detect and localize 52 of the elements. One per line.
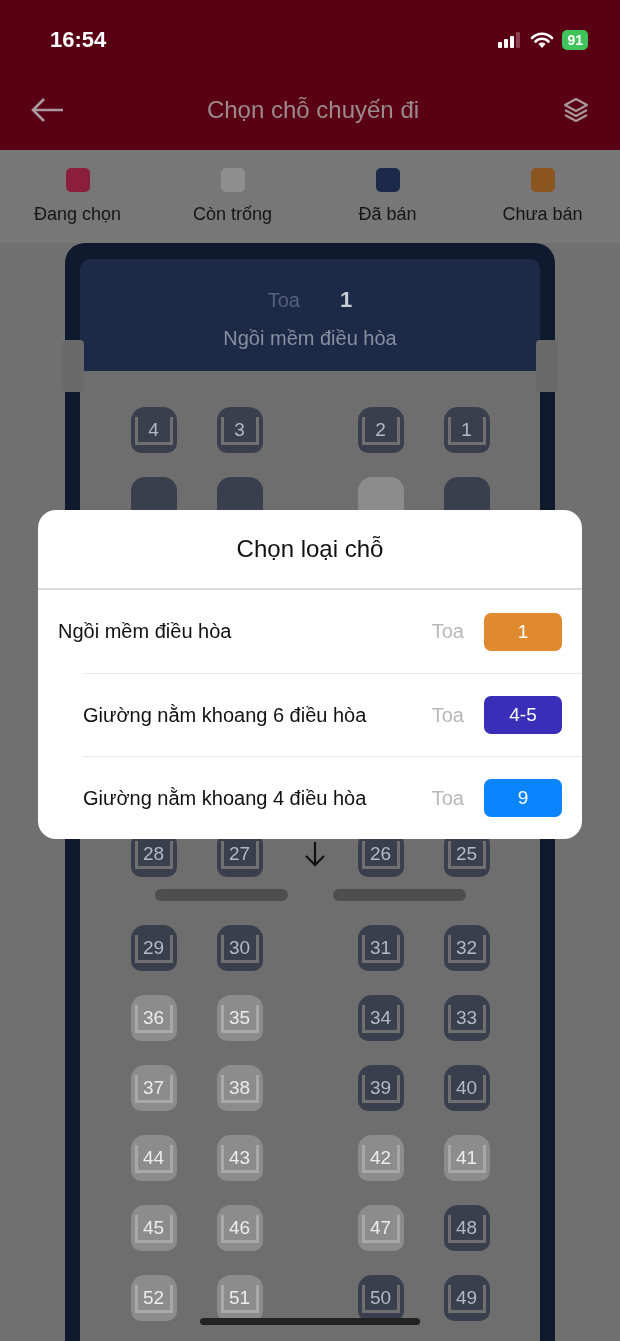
legend-label: Đã bán — [358, 204, 417, 225]
seat-button[interactable]: 1 — [443, 407, 490, 453]
seat-button[interactable]: 51 — [216, 1275, 263, 1321]
seat-button[interactable]: 52 — [130, 1275, 177, 1321]
seat-button[interactable]: 3 — [216, 407, 263, 453]
page-title: Chọn chỗ chuyến đi — [206, 96, 420, 124]
seat-button[interactable]: 43 — [216, 1135, 263, 1181]
seat-button[interactable]: 46 — [216, 1205, 263, 1251]
legend-label: Chưa bán — [502, 204, 583, 225]
signal-icon — [498, 32, 523, 48]
back-arrow-icon[interactable] — [30, 97, 64, 123]
seat-button[interactable]: 38 — [216, 1065, 263, 1111]
legend-label: Đang chọn — [33, 204, 122, 225]
seat-button[interactable]: 37 — [130, 1065, 177, 1111]
car-label: Toa — [431, 620, 464, 643]
car-label: Toa — [431, 786, 464, 810]
car-number-button[interactable]: 9 — [484, 779, 562, 817]
seat-button[interactable]: 35 — [216, 995, 263, 1041]
car-class: Ngồi mềm điều hòa — [223, 327, 397, 350]
seat-button[interactable]: 40 — [443, 1065, 490, 1111]
status-time: 16:54 — [50, 27, 107, 53]
seat-button[interactable]: 30 — [216, 925, 263, 971]
car-number: 1 — [340, 287, 353, 313]
seat-button[interactable]: 49 — [443, 1275, 490, 1321]
car-number-button[interactable]: 1 — [484, 612, 562, 651]
seat-type-name[interactable]: Giường nằm khoang 6 điều hòa — [83, 703, 412, 727]
car-label: Toa — [431, 703, 464, 727]
seat-button[interactable]: 41 — [443, 1135, 490, 1181]
seat-button[interactable]: 34 — [357, 995, 404, 1041]
seat-button[interactable]: 50 — [357, 1275, 404, 1321]
seat-button[interactable]: 31 — [357, 925, 404, 971]
seat-button[interactable]: 39 — [357, 1065, 404, 1111]
legend-label: Còn trống — [192, 204, 273, 225]
seat-type-name[interactable]: Ngồi mềm điều hòa — [58, 620, 412, 643]
seat-button[interactable]: 48 — [443, 1205, 490, 1251]
seat-button[interactable]: 2 — [357, 407, 404, 453]
seat-button[interactable]: 45 — [130, 1205, 177, 1251]
car-number-button[interactable]: 4-5 — [484, 696, 562, 734]
seat-button[interactable]: 4 — [130, 407, 177, 453]
seat-button[interactable]: 44 — [130, 1135, 177, 1181]
wifi-icon — [530, 31, 555, 49]
seat-button[interactable]: 42 — [357, 1135, 404, 1181]
seat-button[interactable]: 33 — [443, 995, 490, 1041]
seat-button[interactable]: 32 — [443, 925, 490, 971]
seat-button[interactable]: 47 — [357, 1205, 404, 1251]
seat-button[interactable]: 36 — [130, 995, 177, 1041]
car-label: Toa — [267, 288, 300, 312]
seat-button[interactable]: 29 — [130, 925, 177, 971]
seat-type-name[interactable]: Giường nằm khoang 4 điều hòa — [83, 786, 412, 810]
battery-level: 91 — [562, 30, 588, 50]
dialog-title: Chọn loại chỗ — [38, 510, 582, 590]
layers-icon[interactable] — [562, 96, 590, 124]
